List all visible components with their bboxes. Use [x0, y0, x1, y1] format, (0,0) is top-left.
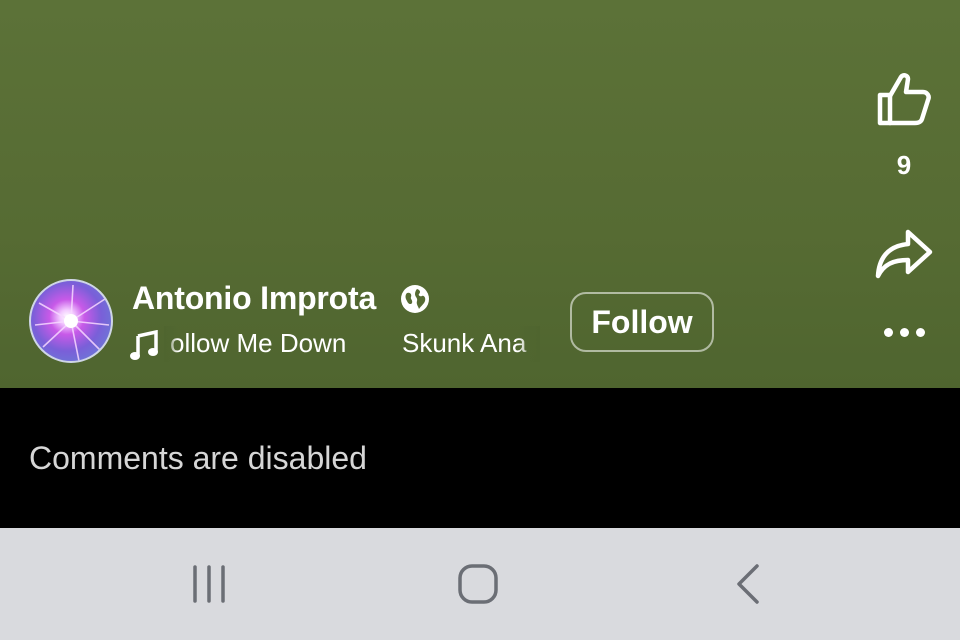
author-avatar[interactable]	[29, 279, 113, 363]
system-navigation-bar	[0, 528, 960, 640]
back-button[interactable]	[708, 556, 788, 612]
track-artist: Skunk Ana	[402, 328, 527, 358]
follow-button[interactable]: Follow	[570, 292, 714, 352]
like-count: 9	[896, 150, 912, 180]
comments-section: Comments are disabled	[0, 388, 960, 528]
music-ticker[interactable]: ollow Me Down Skunk Ana	[130, 326, 540, 362]
share-arrow-icon	[875, 229, 933, 279]
comments-status: Comments are disabled	[29, 440, 367, 476]
ticker-fade-right	[518, 326, 540, 362]
home-button[interactable]	[438, 556, 518, 612]
ticker-fade-left	[164, 326, 178, 362]
home-icon	[458, 564, 498, 604]
share-button[interactable]	[868, 222, 940, 286]
author-name[interactable]: Antonio Improta	[132, 280, 376, 317]
reel-screen: 9 Antonio Improta ollow Me Down Skunk An…	[0, 0, 960, 640]
avatar-image	[34, 284, 110, 361]
thumbs-up-icon	[877, 73, 931, 126]
back-icon	[737, 564, 759, 604]
track-title: ollow Me Down	[170, 328, 347, 358]
more-dots-icon	[883, 327, 925, 337]
globe-icon	[401, 285, 429, 313]
more-options-button[interactable]	[868, 312, 940, 352]
like-button[interactable]	[868, 66, 940, 132]
recents-icon	[193, 565, 225, 603]
recents-button[interactable]	[169, 556, 249, 612]
video-player[interactable]: 9 Antonio Improta ollow Me Down Skunk An…	[0, 0, 960, 388]
music-note-icon	[130, 330, 158, 360]
